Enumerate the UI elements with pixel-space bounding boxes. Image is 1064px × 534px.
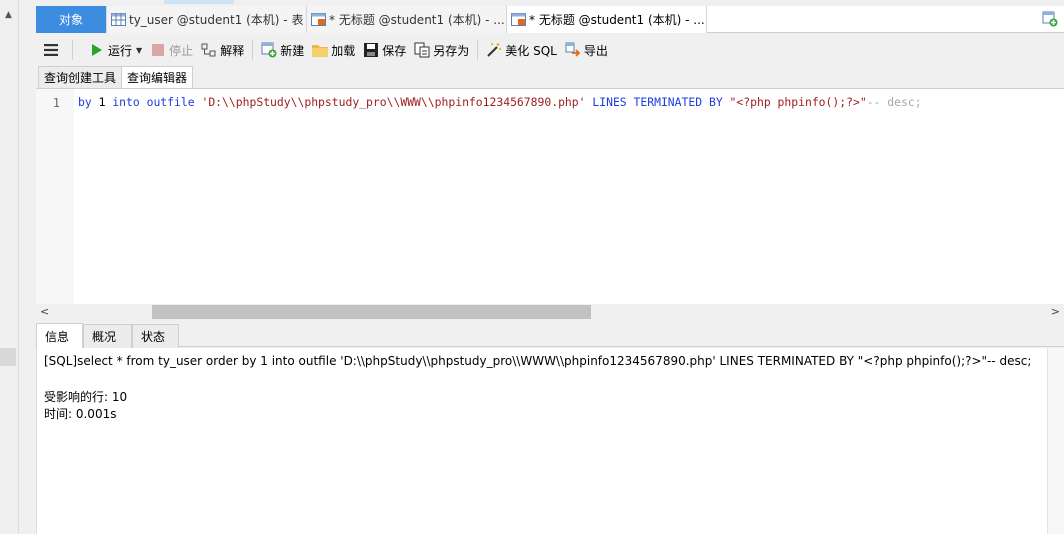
tab-query-untitled-1[interactable]: * 无标题 @student1 (本机) - ...: [307, 6, 507, 33]
load-label: 加载: [331, 43, 356, 58]
explain-label: 解释: [220, 43, 245, 58]
tab-status-label: 状态: [141, 330, 166, 344]
chevron-down-icon[interactable]: ▼: [136, 46, 142, 55]
vertical-scrollbar[interactable]: [1047, 348, 1064, 534]
affected-rows: 受影响的行: 10: [44, 390, 128, 404]
sql-token: by: [78, 95, 99, 109]
play-icon: [89, 42, 105, 58]
sql-code-line[interactable]: by 1 into outfile 'D:\\phpStudy\\phpstud…: [78, 95, 922, 109]
tab-info[interactable]: 信息: [36, 323, 83, 348]
explain-button[interactable]: 解释: [197, 38, 248, 62]
save-icon: [363, 42, 379, 58]
sql-token: into: [112, 95, 147, 109]
sql-token: LINES TERMINATED BY: [592, 95, 730, 109]
toolbar-separator: [477, 40, 479, 60]
execution-time: 时间: 0.001s: [44, 407, 117, 421]
tab-query-untitled-2[interactable]: * 无标题 @student1 (本机) - ...: [507, 6, 707, 33]
new-query-icon[interactable]: [1042, 11, 1058, 27]
sql-token: 1: [98, 95, 113, 109]
scrollbar-thumb[interactable]: [152, 305, 591, 319]
tab-objects[interactable]: 对象: [36, 6, 107, 33]
scroll-left-icon[interactable]: <: [40, 305, 49, 318]
tab-label: ty_user @student1 (本机) - 表: [129, 13, 304, 27]
run-button[interactable]: 运行 ▼: [85, 38, 146, 62]
result-tabs: 信息 概况 状态: [36, 323, 1064, 348]
splitter-handle[interactable]: [0, 348, 16, 366]
query-toolbar: 运行 ▼ 停止 解释 新建 加载 保存 另存为 美化 SQL 导出: [36, 34, 1064, 66]
export-button[interactable]: 导出: [561, 38, 612, 62]
app-window: ▲ 对象 ty_user @student1 (本机) - 表 * 无标题 @s…: [0, 0, 1064, 534]
beautify-sql-button[interactable]: 美化 SQL: [482, 38, 561, 62]
tab-overview-label: 概况: [92, 330, 117, 344]
stop-button[interactable]: 停止: [146, 38, 197, 62]
line-number: 1: [52, 96, 60, 110]
sql-message: [SQL]select * from ty_user order by 1 in…: [44, 354, 1032, 368]
left-panel-strip: ▲: [0, 0, 19, 534]
sql-token: outfile: [146, 95, 202, 109]
toolbar-separator: [72, 40, 73, 60]
horizontal-scrollbar[interactable]: < >: [36, 304, 1064, 320]
tab-objects-label: 对象: [58, 13, 83, 27]
stop-label: 停止: [169, 43, 194, 58]
new-button[interactable]: 新建: [257, 38, 308, 62]
top-accent-bar: [164, 0, 234, 4]
toolbar-separator: [252, 40, 254, 60]
magic-wand-icon: [486, 42, 502, 58]
document-tab-bar: 对象 ty_user @student1 (本机) - 表 * 无标题 @stu…: [36, 6, 1064, 33]
table-icon: [111, 13, 126, 26]
beautify-label: 美化 SQL: [505, 43, 557, 58]
export-icon: [565, 42, 581, 58]
query-icon: [311, 13, 326, 26]
tab-query-editor-label: 查询编辑器: [127, 71, 188, 85]
message-panel[interactable]: [SQL]select * from ty_user order by 1 in…: [36, 348, 1064, 534]
sql-token: -- desc;: [866, 95, 922, 109]
menu-button[interactable]: [36, 38, 68, 62]
run-label: 运行: [108, 43, 133, 58]
tab-label: * 无标题 @student1 (本机) - ...: [329, 13, 505, 27]
hamburger-icon: [44, 44, 58, 56]
save-as-button[interactable]: 另存为: [410, 38, 473, 62]
query-icon: [511, 13, 526, 26]
scroll-up-icon[interactable]: ▲: [5, 10, 12, 20]
save-label: 保存: [382, 43, 407, 58]
folder-icon: [312, 42, 329, 58]
new-label: 新建: [280, 43, 305, 58]
stop-icon: [150, 42, 166, 58]
load-button[interactable]: 加载: [308, 38, 359, 62]
sql-editor[interactable]: 1 by 1 into outfile 'D:\\phpStudy\\phpst…: [36, 88, 1064, 304]
sql-token: "<?php phpinfo();?>": [729, 95, 867, 109]
tab-query-builder-label: 查询创建工具: [44, 71, 117, 85]
tab-table-ty-user[interactable]: ty_user @student1 (本机) - 表: [107, 6, 307, 33]
tab-info-label: 信息: [45, 329, 70, 344]
line-number-gutter: 1: [36, 89, 74, 304]
export-label: 导出: [583, 43, 608, 58]
tab-label: * 无标题 @student1 (本机) - ...: [529, 13, 705, 27]
editor-mode-tabs: 查询创建工具 查询编辑器: [38, 66, 194, 88]
tab-overview[interactable]: 概况: [83, 324, 132, 348]
tab-query-editor[interactable]: 查询编辑器: [121, 66, 194, 88]
save-as-icon: [414, 42, 430, 58]
scroll-right-icon[interactable]: >: [1051, 305, 1060, 318]
sql-token: 'D:\\phpStudy\\phpstudy_pro\\WWW\\phpinf…: [201, 95, 586, 109]
new-query-icon: [261, 42, 277, 58]
tab-query-builder[interactable]: 查询创建工具: [38, 66, 123, 88]
save-button[interactable]: 保存: [359, 38, 410, 62]
save-as-label: 另存为: [433, 43, 470, 58]
tab-status[interactable]: 状态: [132, 324, 179, 348]
explain-icon: [201, 42, 217, 58]
